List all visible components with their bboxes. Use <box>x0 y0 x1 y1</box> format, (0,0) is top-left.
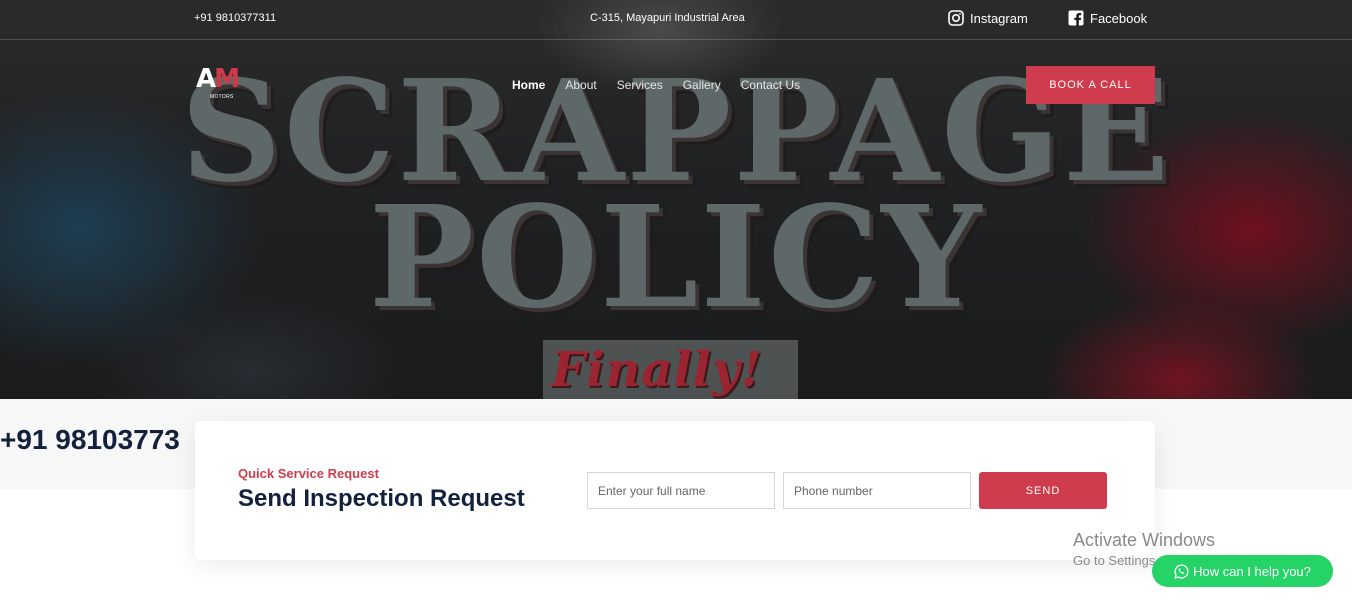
page: SCRAPPAGE POLICY Finally! +91 9810377311… <box>0 0 1352 607</box>
nav-about[interactable]: About <box>565 78 596 92</box>
facebook-label: Facebook <box>1090 10 1148 26</box>
hero-section: SCRAPPAGE POLICY Finally! +91 9810377311… <box>0 0 1352 399</box>
topbar-phone[interactable]: +91 9810377311 <box>194 12 276 24</box>
whatsapp-chat-button[interactable]: How can I help you? <box>1152 555 1333 587</box>
whatsapp-label: How can I help you? <box>1193 563 1311 579</box>
nav-gallery[interactable]: Gallery <box>683 78 721 92</box>
hero-tagline-box: Finally! <box>543 340 798 399</box>
form-title: Send Inspection Request <box>238 485 525 512</box>
main-nav: Home About Services Gallery Contact Us <box>512 78 820 92</box>
hero-headline-line2: POLICY <box>368 176 984 340</box>
instagram-icon <box>948 10 964 26</box>
logo-subtext: MOTORS <box>210 94 234 100</box>
instagram-link[interactable]: Instagram <box>948 10 1028 26</box>
full-name-input[interactable] <box>587 472 775 509</box>
instagram-label: Instagram <box>970 10 1028 26</box>
activate-windows-title: Activate Windows <box>1073 530 1216 550</box>
book-a-call-button[interactable]: BOOK A CALL <box>1026 66 1155 104</box>
hero-tagline: Finally! <box>551 342 763 398</box>
topbar-address: C-315, Mayapuri Industrial Area <box>590 12 745 24</box>
facebook-link[interactable]: Facebook <box>1068 10 1147 26</box>
form-eyebrow: Quick Service Request <box>238 466 379 481</box>
top-bar: +91 9810377311 C-315, Mayapuri Industria… <box>0 0 1352 40</box>
logo-mark: AM <box>196 64 240 94</box>
facebook-icon <box>1068 10 1084 26</box>
phone-number-input[interactable] <box>783 472 971 509</box>
marquee-phone-text: +91 98103773 <box>0 424 180 455</box>
send-button[interactable]: SEND <box>979 472 1107 509</box>
whatsapp-icon <box>1174 563 1189 579</box>
nav-contact-us[interactable]: Contact Us <box>741 78 800 92</box>
inspection-request-card: Quick Service Request Send Inspection Re… <box>195 421 1155 560</box>
nav-home[interactable]: Home <box>512 78 545 92</box>
nav-services[interactable]: Services <box>617 78 663 92</box>
brand-logo[interactable]: AM MOTORS <box>196 64 254 100</box>
